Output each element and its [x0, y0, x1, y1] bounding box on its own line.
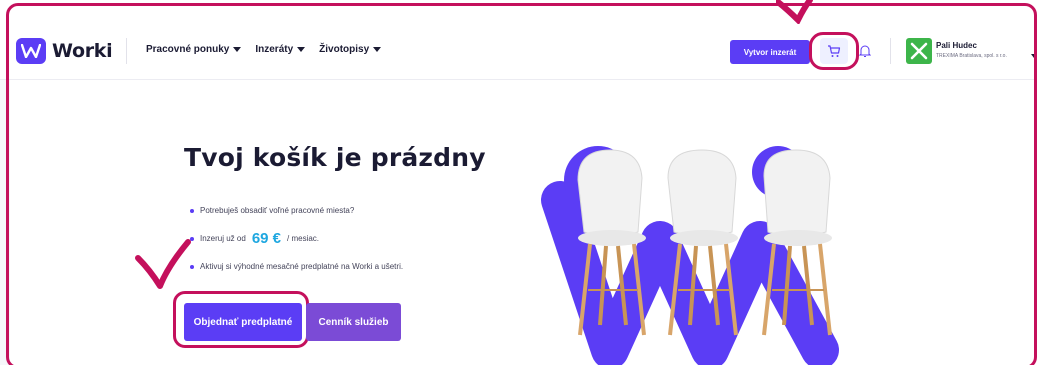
worki-logo-icon	[16, 38, 46, 64]
nav-item-ads[interactable]: Inzeráty	[255, 44, 306, 55]
checkmark-annotation-icon	[776, 0, 813, 24]
header-divider	[890, 38, 891, 64]
list-item-text: Inzeruj už od	[200, 234, 246, 243]
list-item: Potrebuješ obsadiť voľné pracovné miesta…	[190, 206, 354, 215]
pricing-button[interactable]: Cenník služieb	[306, 303, 401, 341]
logo-text: Worki	[52, 40, 113, 62]
checkmark-annotation-icon	[135, 239, 191, 289]
logo[interactable]: Worki	[16, 38, 113, 64]
bullet-icon	[190, 208, 194, 213]
list-item-text: / mesiac.	[287, 234, 320, 243]
chevron-down-icon	[373, 47, 382, 52]
nav-item-cvs[interactable]: Životopisy	[319, 44, 382, 55]
chevron-down-icon	[297, 47, 306, 52]
main-content	[10, 80, 1037, 365]
chevron-down-icon	[233, 47, 242, 52]
user-company: TREXIMA Bratislava, spol. s r.o.	[936, 53, 1007, 59]
order-button-highlight-annotation	[173, 291, 309, 348]
create-ad-button[interactable]: Vytvor inzerát	[730, 40, 810, 64]
page-title: Tvoj košík je prázdny	[184, 143, 486, 172]
cart-highlight-annotation	[809, 32, 859, 70]
chairs-illustration	[541, 146, 839, 365]
page: Worki Pracovné ponuky Inzeráty Životopis…	[0, 0, 1037, 365]
user-name[interactable]: Pali Hudec	[936, 41, 977, 50]
avatar[interactable]	[906, 38, 932, 64]
header: Worki Pracovné ponuky Inzeráty Životopis…	[0, 0, 1037, 80]
list-item: Aktivuj si výhodné mesačné predplatné na…	[190, 262, 403, 271]
nav-item-jobs[interactable]: Pracovné ponuky	[146, 44, 242, 55]
price-value: 69 €	[251, 230, 282, 247]
nav-item-label: Životopisy	[319, 44, 370, 55]
list-item-text: Aktivuj si výhodné mesačné predplatné na…	[200, 262, 404, 271]
bell-icon[interactable]	[859, 44, 871, 58]
header-divider	[126, 38, 127, 64]
nav-item-label: Pracovné ponuky	[146, 44, 230, 55]
chevron-down-icon[interactable]	[1031, 54, 1037, 58]
list-item-text: Potrebuješ obsadiť voľné pracovné miesta…	[200, 206, 355, 215]
list-item: Inzeruj už od 69 € / mesiac.	[190, 230, 319, 247]
nav-item-label: Inzeráty	[255, 44, 294, 55]
main-nav: Pracovné ponuky Inzeráty Životopisy	[146, 44, 382, 55]
